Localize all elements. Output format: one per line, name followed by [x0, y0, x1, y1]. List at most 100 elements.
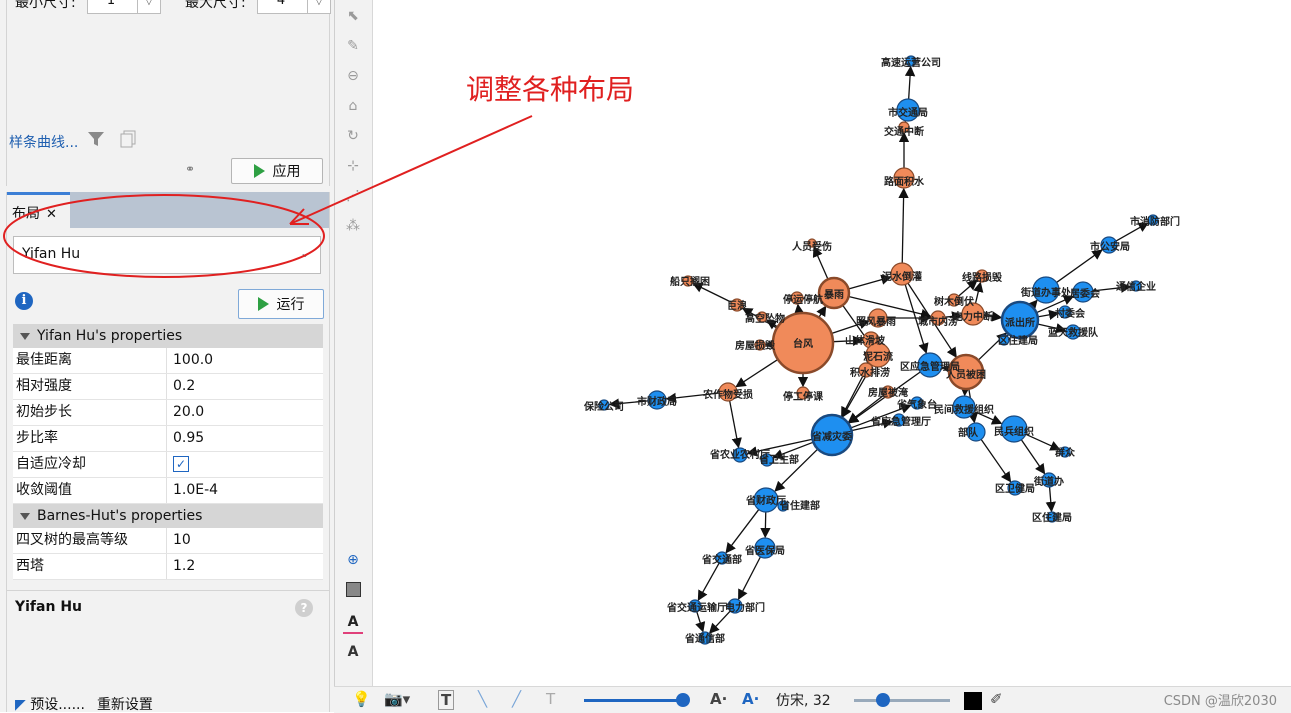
description-title: Yifan Hu — [15, 599, 82, 615]
node-label: 树木倒伏 — [934, 295, 974, 308]
property-row[interactable]: 相对强度0.2 — [13, 374, 323, 400]
layout-select-value: Yifan Hu — [22, 246, 80, 262]
graph-edge[interactable] — [736, 359, 778, 386]
property-row[interactable]: 最佳距离100.0 — [13, 348, 323, 374]
graph-edge[interactable] — [819, 307, 826, 318]
spline-link[interactable]: 样条曲线... — [9, 132, 78, 152]
property-row[interactable]: 初始步长20.0 — [13, 400, 323, 426]
apply-button[interactable]: 应用 — [231, 158, 323, 184]
edit-icon[interactable]: ✐ — [990, 690, 1003, 708]
text-color-swatch[interactable] — [964, 692, 982, 710]
property-value[interactable]: 0.2 — [167, 374, 195, 399]
font-size-up-icon[interactable]: A· — [742, 690, 759, 708]
text-bold-icon[interactable]: T — [438, 690, 454, 710]
graph-edge[interactable] — [1050, 487, 1052, 511]
screenshot-icon[interactable]: 📷▾ — [384, 690, 410, 708]
property-value[interactable]: 100.0 — [167, 348, 213, 373]
text-icon[interactable]: T — [546, 690, 555, 708]
graph-edge[interactable] — [697, 612, 703, 632]
label-size-icon[interactable]: A — [343, 642, 363, 662]
section-yifanhu[interactable]: Yifan Hu's properties — [13, 324, 323, 348]
graph-edge[interactable] — [909, 67, 911, 99]
background-color-icon[interactable] — [343, 582, 363, 602]
copy-icon[interactable] — [119, 130, 137, 152]
node-group-icon[interactable]: ⁂ — [343, 216, 363, 236]
paint-bucket-icon[interactable]: ⌂ — [343, 96, 363, 116]
close-icon[interactable]: ✕ — [46, 207, 57, 222]
chevron-down-icon[interactable]: ▽ — [137, 0, 160, 13]
node-label: 市消防部门 — [1130, 215, 1180, 228]
node-size-knob[interactable] — [676, 693, 690, 707]
link-icon[interactable]: ⚭ — [185, 162, 195, 176]
size-icon[interactable]: ⊖ — [343, 66, 363, 86]
property-row[interactable]: 四叉树的最高等级10 — [13, 528, 323, 554]
tab-layout[interactable]: 布局✕ — [7, 192, 70, 228]
font-scale-knob[interactable] — [876, 693, 890, 707]
property-value[interactable]: 10 — [167, 528, 191, 553]
property-value[interactable]: 1.2 — [167, 554, 195, 579]
label-color-icon[interactable]: A — [343, 612, 363, 634]
brush-icon[interactable]: ✎ — [343, 36, 363, 56]
min-size-spinner[interactable]: 1 ▽ — [87, 0, 161, 14]
edge-line-icon[interactable]: ╲ — [478, 690, 487, 708]
property-row[interactable]: 西塔1.2 — [13, 554, 323, 580]
property-value[interactable]: 20.0 — [167, 400, 204, 425]
node-label: 高空坠物 — [745, 312, 785, 325]
collapse-icon — [20, 333, 30, 340]
graph-edge[interactable] — [710, 611, 730, 633]
node-label: 巨浪 — [727, 299, 747, 312]
refresh-icon[interactable]: ↻ — [343, 126, 363, 146]
add-edge-icon[interactable]: ⋰ — [343, 186, 363, 206]
help-icon[interactable]: ? — [295, 599, 313, 617]
node-label: 部队 — [958, 426, 979, 439]
size-row: 最小尺寸: 1 ▽ 最大尺寸: 4 ▽ — [7, 0, 329, 16]
graph-edge[interactable] — [765, 512, 766, 537]
node-label: 街道办 — [1033, 475, 1064, 488]
layout-panel: 布局✕ Yifan Hu ⌄ i 运行 Yifan Hu's propertie… — [6, 192, 330, 712]
add-node-icon[interactable]: ⊹ — [343, 156, 363, 176]
section-barneshut[interactable]: Barnes-Hut's properties — [13, 504, 323, 528]
graph-edge[interactable] — [798, 305, 799, 313]
presets-link[interactable]: ◤ 预设...... — [15, 694, 85, 712]
graph-edge[interactable] — [842, 376, 863, 416]
zoom-icon[interactable]: ⊕ — [343, 550, 363, 570]
chevron-down-icon[interactable]: ▽ — [307, 0, 330, 13]
property-value[interactable]: 0.95 — [167, 426, 204, 451]
node-label: 区住建局 — [998, 334, 1038, 347]
node-label: 省应急管理厅 — [870, 415, 931, 428]
property-row[interactable]: 收敛阈值1.0E-4 — [13, 478, 323, 504]
max-size-spinner[interactable]: 4 ▽ — [257, 0, 331, 14]
graph-edge[interactable] — [902, 189, 904, 263]
run-button[interactable]: 运行 — [238, 289, 324, 319]
property-row[interactable]: 自适应冷却✓ — [13, 452, 323, 478]
node-label: 区住建局 — [1032, 511, 1072, 524]
graph-edge[interactable] — [976, 283, 981, 303]
lightbulb-icon[interactable]: 💡 — [352, 690, 371, 708]
node-label: 街道办事处 — [1020, 286, 1072, 299]
min-size-label: 最小尺寸: — [15, 0, 76, 12]
font-size-down-icon[interactable]: A· — [710, 690, 727, 708]
graph-edge[interactable] — [1021, 440, 1044, 474]
graph-edge[interactable] — [698, 563, 719, 600]
node-size-slider[interactable] — [584, 699, 684, 702]
adaptive-cooling-checkbox[interactable]: ✓ — [173, 456, 189, 472]
filter-icon[interactable] — [87, 130, 105, 152]
graph-edge[interactable] — [981, 439, 1010, 481]
node-label: 省减灾委 — [811, 430, 853, 443]
node-label: 民间救援组织 — [934, 403, 994, 416]
node-label: 高速运营公司 — [881, 56, 941, 69]
info-icon[interactable]: i — [15, 292, 33, 310]
font-scale-slider[interactable] — [854, 699, 950, 702]
property-row[interactable]: 步比率0.95 — [13, 426, 323, 452]
select-cursor-icon[interactable]: ⬉ — [343, 6, 363, 26]
font-label[interactable]: 仿宋, 32 — [776, 690, 831, 710]
layout-select[interactable]: Yifan Hu ⌄ — [13, 236, 321, 274]
graph-edge[interactable] — [730, 401, 739, 447]
graph-edge[interactable] — [1057, 250, 1102, 282]
reset-link[interactable]: 重新设置 — [97, 694, 153, 712]
property-value[interactable]: 1.0E-4 — [167, 478, 218, 503]
node-label: 蓝天救援队 — [1048, 326, 1099, 339]
edge-color-icon[interactable]: ╱ — [512, 690, 521, 708]
node-label: 停工停课 — [783, 390, 824, 403]
bottom-toolbar: 💡 📷▾ T ╲ ╱ T A· A· 仿宋, 32 ✐ CSDN @温欣2030 — [334, 686, 1291, 713]
